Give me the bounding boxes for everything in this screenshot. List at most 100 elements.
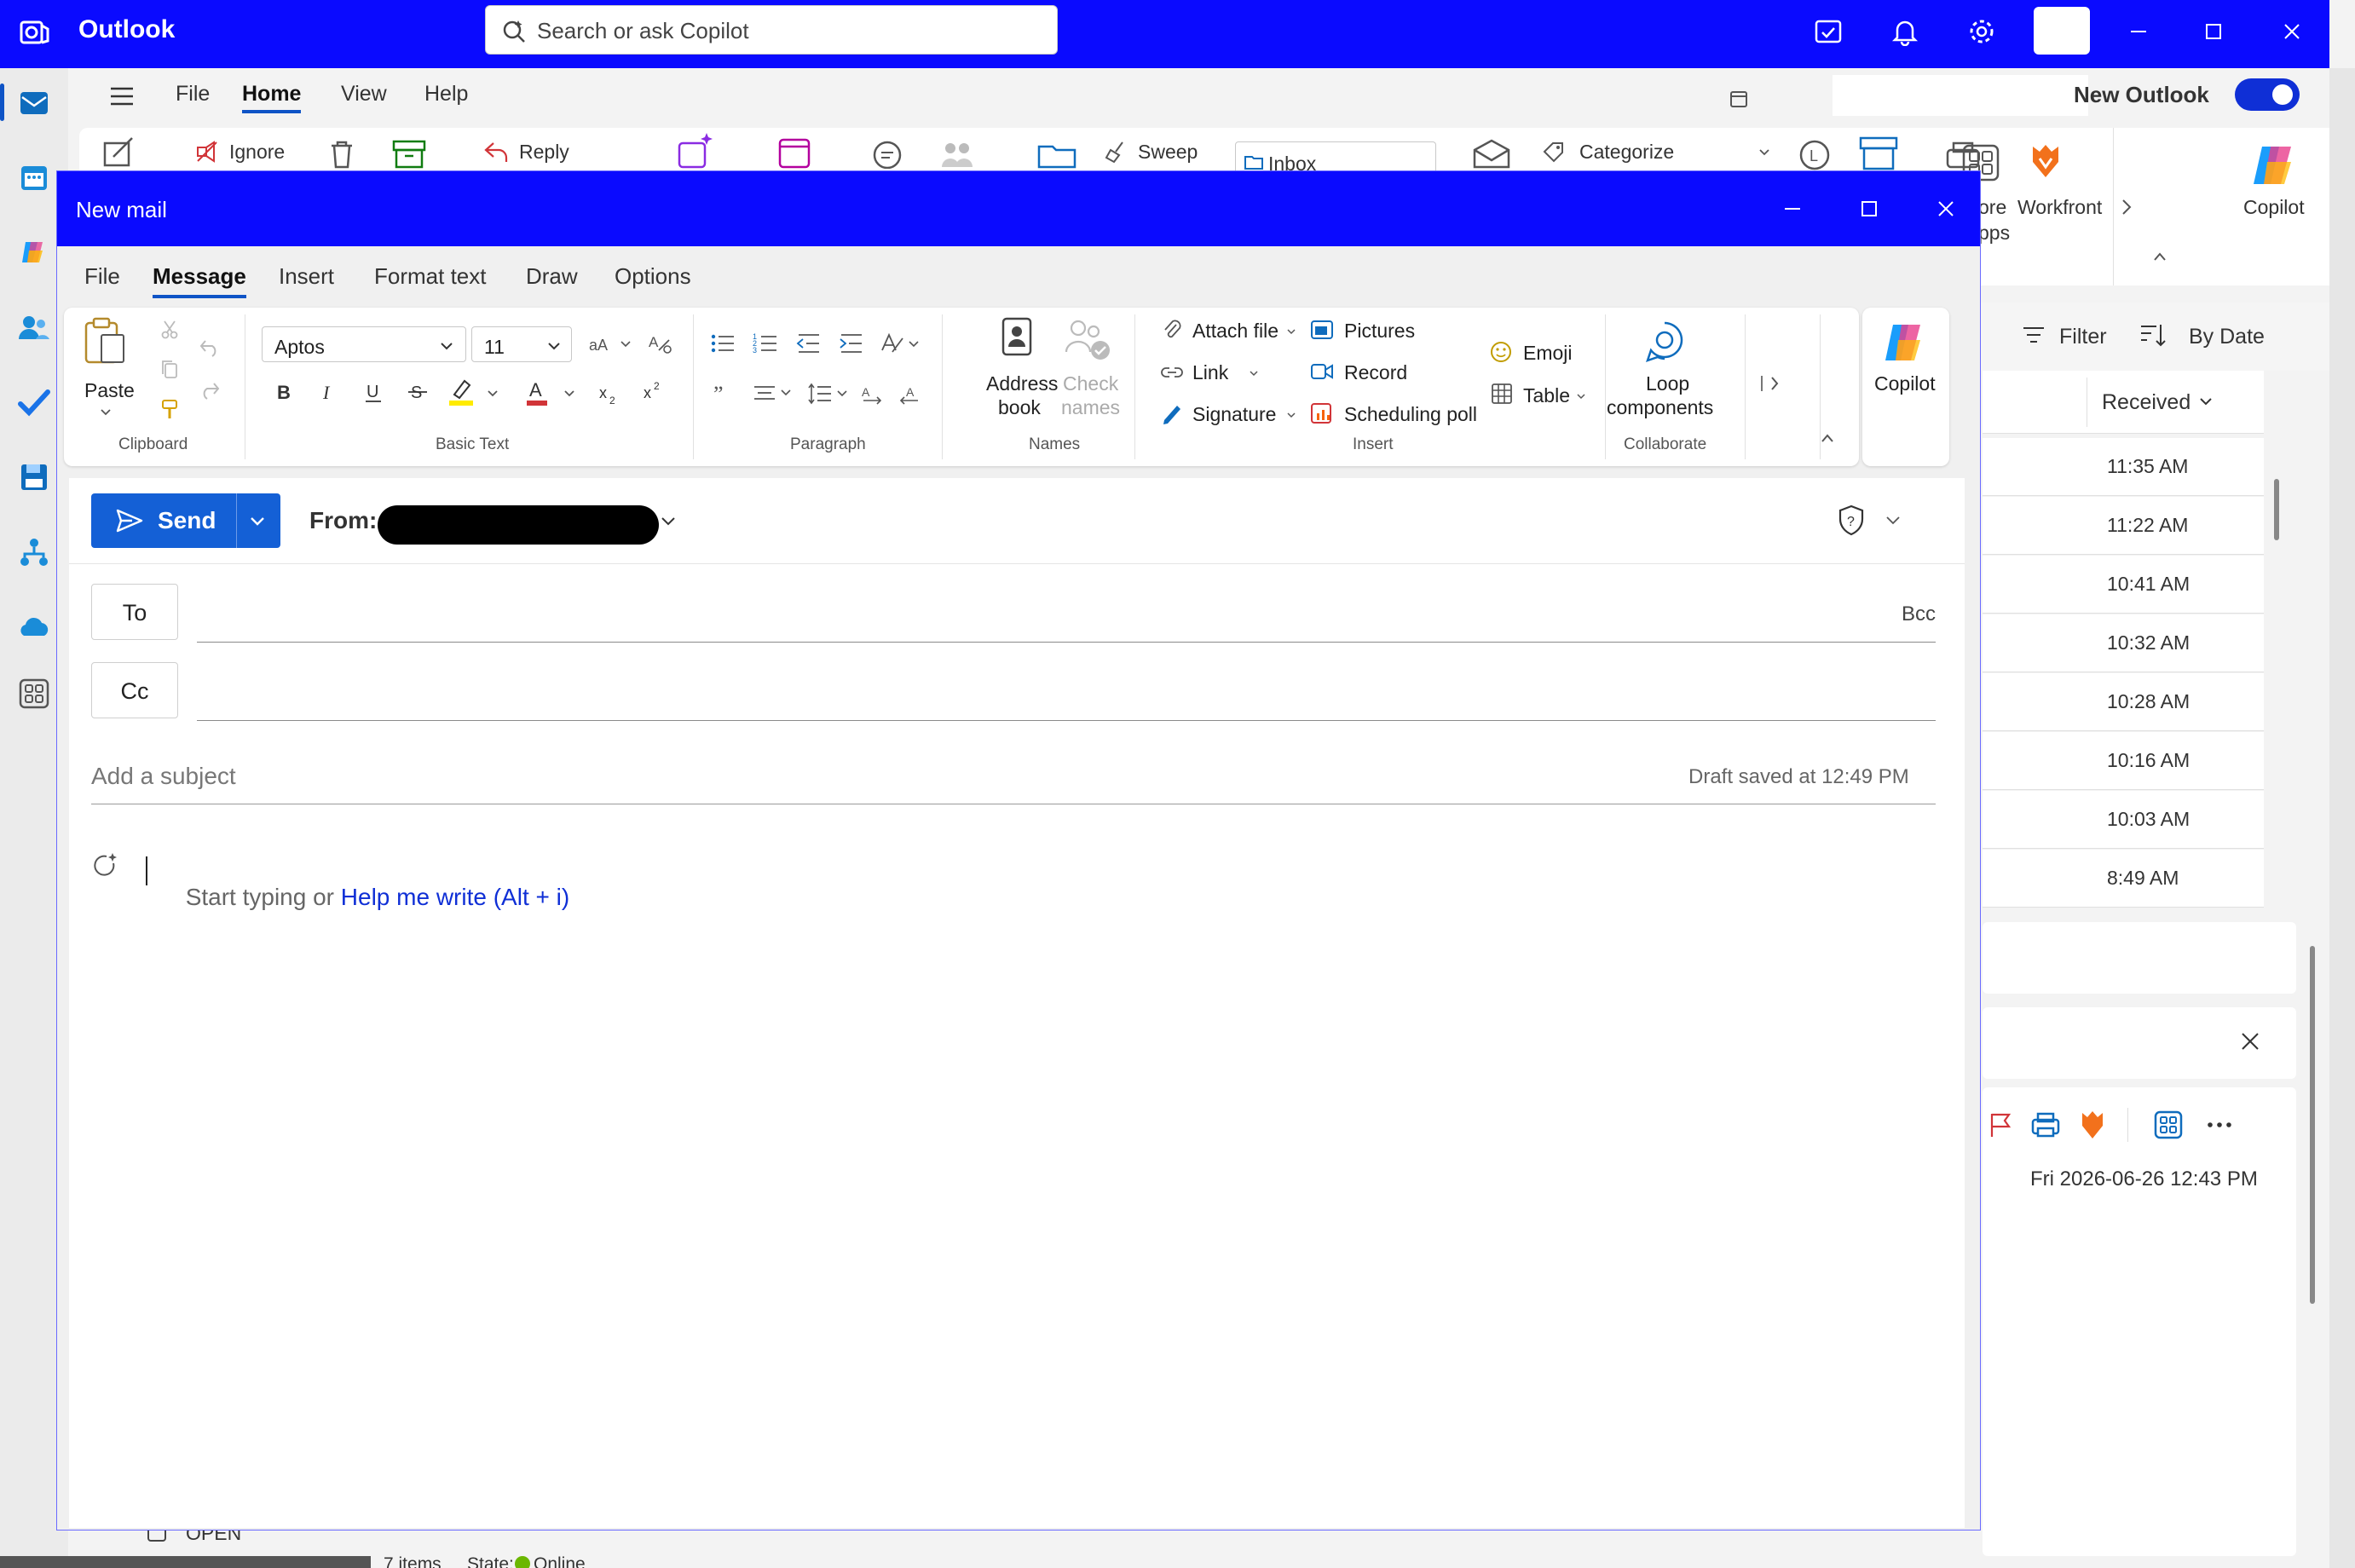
reading-pane-scrollbar[interactable] (2306, 937, 2318, 1559)
new-mail-icon[interactable] (101, 135, 136, 169)
list-item[interactable]: 10:32 AM (1983, 614, 2264, 672)
compose-tab-options[interactable]: Options (615, 263, 691, 290)
pictures-icon[interactable] (1310, 320, 1334, 340)
strikethrough-icon[interactable]: S (407, 379, 429, 405)
onedrive-icon[interactable] (17, 610, 51, 644)
chevron-down-icon[interactable] (100, 408, 112, 417)
italic-icon[interactable]: I (318, 379, 340, 405)
reply-icon[interactable] (483, 140, 509, 164)
sort-icon[interactable] (2139, 323, 2167, 347)
org-icon[interactable] (17, 535, 51, 569)
bell-icon[interactable] (1890, 17, 1919, 46)
more-apps-label-b[interactable]: pps (1978, 222, 2010, 245)
rtl-icon[interactable]: A (898, 383, 921, 405)
close-icon[interactable] (2277, 17, 2306, 46)
people-icon[interactable] (17, 310, 51, 344)
address-book-line2[interactable]: book (998, 396, 1041, 419)
emoji-button[interactable]: Emoji (1523, 342, 1573, 365)
archive-blue-icon[interactable] (1857, 135, 1900, 170)
attach-file-icon[interactable] (1162, 318, 1182, 342)
more-apps-label-a[interactable]: ore (1978, 196, 2006, 219)
workfront-icon[interactable] (2078, 1110, 2107, 1140)
chevron-down-icon[interactable] (1249, 370, 1259, 377)
table-button[interactable]: Table (1523, 384, 1570, 407)
sweep-button[interactable]: Sweep (1138, 141, 1198, 164)
list-item[interactable]: 10:03 AM (1983, 791, 2264, 849)
compose-tab-format-text[interactable]: Format text (374, 263, 486, 290)
decrease-indent-icon[interactable] (795, 331, 821, 355)
sparkle-rules-icon[interactable] (676, 131, 719, 169)
font-size-dropdown[interactable]: 11 (471, 326, 572, 362)
compose-tab-insert[interactable]: Insert (279, 263, 334, 290)
outlook-tab-view[interactable]: View (341, 82, 387, 107)
filter-icon[interactable] (2022, 325, 2046, 345)
calendar-small-icon[interactable] (1729, 89, 1749, 109)
bullets-icon[interactable] (710, 331, 736, 355)
sort-by-date-button[interactable]: By Date (2189, 325, 2265, 349)
workfront-button[interactable]: Workfront (2017, 196, 2102, 219)
chevron-down-icon[interactable] (1885, 516, 1902, 526)
bcc-button[interactable]: Bcc (1902, 602, 1936, 626)
link-button[interactable]: Link (1192, 361, 1228, 384)
to-field[interactable] (197, 589, 1936, 638)
paste-button[interactable]: Paste (84, 379, 135, 402)
list-item[interactable]: 10:16 AM (1983, 732, 2264, 790)
close-icon[interactable] (1932, 195, 1960, 222)
chevron-down-icon[interactable] (563, 389, 575, 398)
align-icon[interactable] (753, 383, 795, 403)
font-name-dropdown[interactable]: Aptos (262, 326, 466, 362)
minimize-icon[interactable] (2124, 17, 2153, 46)
flag-calendar-icon[interactable] (776, 135, 816, 169)
record-button[interactable]: Record (1344, 361, 1407, 384)
address-book-line1[interactable]: Address (986, 372, 1058, 395)
list-item[interactable]: 10:28 AM (1983, 673, 2264, 731)
ignore-button[interactable]: Ignore (229, 141, 285, 164)
sweep-icon[interactable] (1104, 140, 1128, 164)
minimize-icon[interactable] (1779, 195, 1806, 222)
underline-icon[interactable]: U (362, 379, 384, 405)
paste-icon[interactable] (83, 316, 127, 367)
reply-button[interactable]: Reply (519, 141, 569, 164)
column-header-received[interactable]: Received (1983, 371, 2264, 434)
address-book-icon[interactable] (1000, 316, 1034, 357)
body-editor[interactable]: Start typing or Help me write (Alt + i) (146, 856, 570, 938)
maximize-icon[interactable] (1856, 195, 1883, 222)
filter-button[interactable]: Filter (2059, 325, 2107, 349)
from-chevron-down-icon[interactable] (659, 516, 678, 527)
compose-tab-draw[interactable]: Draw (526, 263, 578, 290)
numbering-icon[interactable]: 123 (753, 331, 778, 355)
scheduling-poll-button[interactable]: Scheduling poll (1344, 403, 1477, 426)
font-size-change-icon[interactable]: aA (587, 333, 635, 355)
todo-icon[interactable] (17, 385, 51, 419)
apps-icon[interactable] (2153, 1110, 2184, 1140)
increase-indent-icon[interactable] (838, 331, 863, 355)
ribbon-collapse-icon[interactable] (2152, 251, 2167, 262)
copilot-draft-icon[interactable] (91, 851, 120, 880)
scroll-thumb[interactable] (2310, 946, 2315, 1304)
cc-button[interactable]: Cc (91, 662, 178, 718)
scheduling-poll-icon[interactable] (1310, 401, 1334, 425)
categorize-button[interactable]: Categorize (1579, 141, 1674, 164)
compose-copilot-button[interactable]: Copilot (1862, 308, 1949, 466)
send-options-chevron-icon[interactable] (248, 516, 267, 527)
emoji-icon[interactable] (1489, 340, 1513, 364)
move-to-dropdown[interactable]: Inbox (1235, 141, 1436, 174)
ltr-icon[interactable]: A (860, 383, 884, 405)
chevron-down-icon[interactable] (1286, 412, 1296, 418)
ribbon-scroll-right-icon[interactable] (2120, 198, 2133, 216)
outlook-tab-home[interactable]: Home (242, 82, 302, 113)
font-color-icon[interactable]: A (524, 378, 550, 406)
chevron-down-icon[interactable] (487, 389, 499, 398)
search-box[interactable]: Search or ask Copilot (485, 5, 1058, 55)
loop-components-icon[interactable] (1642, 320, 1687, 364)
save-icon[interactable] (17, 460, 51, 494)
outlook-tab-help[interactable]: Help (424, 82, 468, 107)
clear-formatting-icon[interactable]: A (647, 331, 672, 355)
ribbon-overflow-icon[interactable] (1758, 374, 1782, 393)
list-item[interactable]: 11:22 AM (1983, 497, 2264, 555)
to-button[interactable]: To (91, 584, 178, 640)
compose-tab-message[interactable]: Message (153, 263, 246, 298)
outlook-tab-file[interactable]: File (176, 82, 210, 107)
chevron-down-icon[interactable] (1286, 328, 1296, 335)
tasks-icon[interactable] (1814, 17, 1843, 46)
